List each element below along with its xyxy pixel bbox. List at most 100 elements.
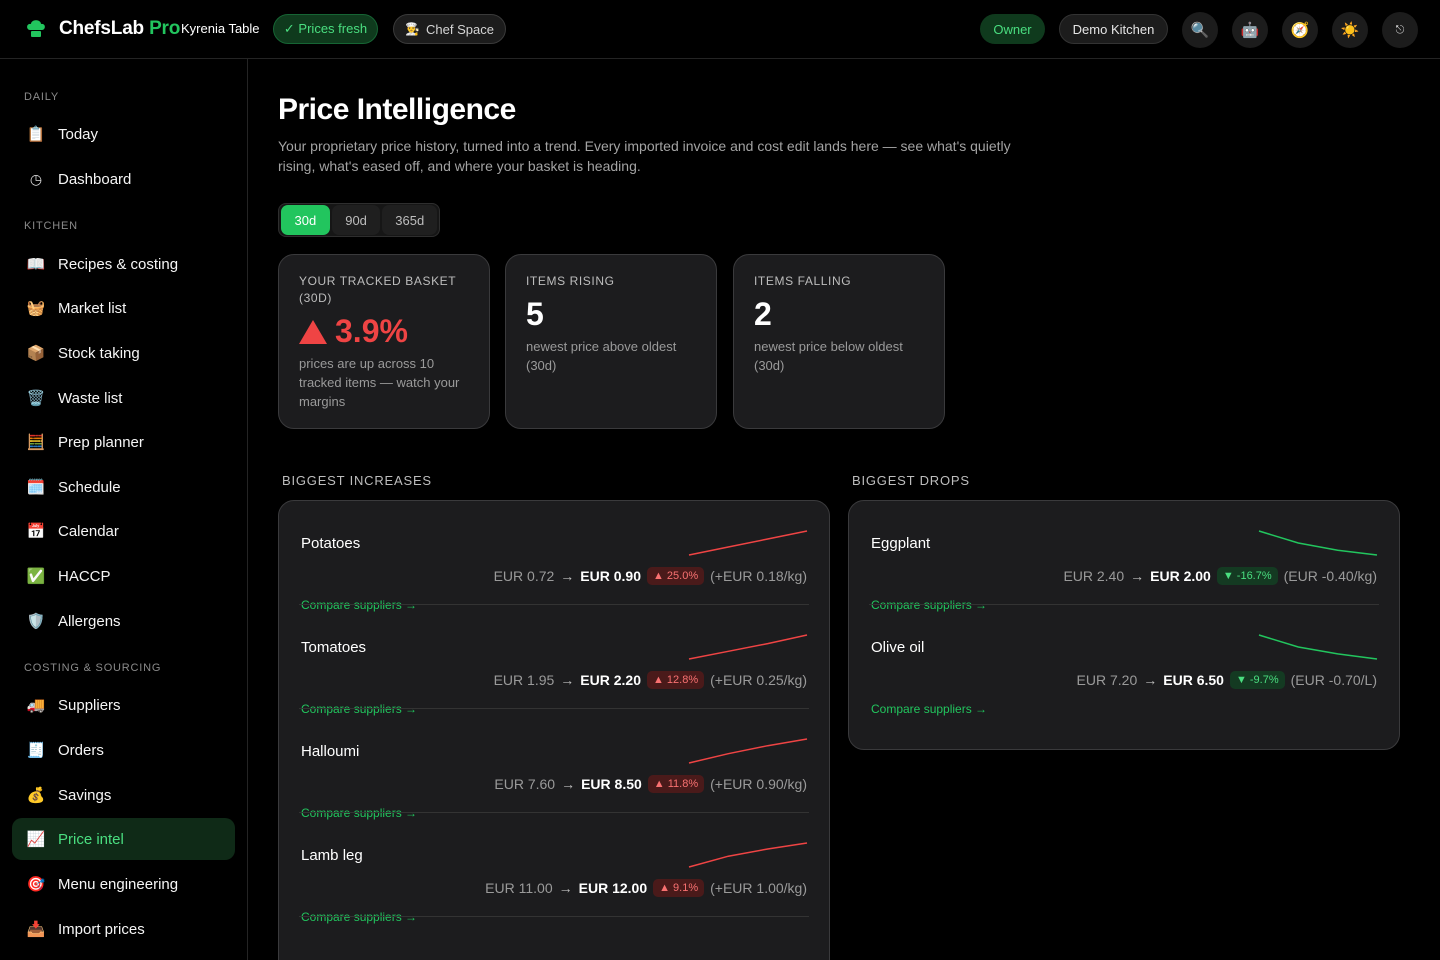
pct-badge: ▼ -16.7% [1216, 567, 1278, 585]
trend-up-icon [299, 319, 327, 344]
box-icon: 📦 [26, 345, 46, 362]
money-bag-icon: 💰 [26, 787, 46, 804]
chef-hat-icon[interactable] [25, 17, 47, 39]
sparkline [1258, 634, 1378, 660]
sidebar-item-calendar[interactable]: 📅 Calendar [12, 510, 235, 552]
book-icon: 📖 [26, 256, 46, 273]
sparkline [688, 738, 808, 764]
list-item: Olive oil EUR 7.20 → EUR 6.50 ▼ -9.7% (E… [869, 605, 1379, 716]
chef-space-button[interactable]: 👨‍🍳 Chef Space [393, 14, 506, 44]
logout-button[interactable]: ⎋ [1382, 12, 1418, 48]
sidebar-item-haccp[interactable]: ✅ HACCP [12, 555, 235, 597]
price-change: EUR 2.40 → EUR 2.00 ▼ -16.7% (EUR -0.40/… [1063, 567, 1377, 585]
assistant-button[interactable]: 🤖 [1232, 12, 1268, 48]
sidebar-item-import-prices[interactable]: 📥 Import prices [12, 908, 235, 950]
item-name: Potatoes [301, 535, 361, 552]
item-name: Olive oil [871, 639, 925, 656]
compare-suppliers-link[interactable]: Compare suppliers → [301, 910, 417, 924]
drops-title: BIGGEST DROPS [852, 473, 970, 488]
sparkline-path [1258, 634, 1378, 660]
list-item: Halloumi EUR 7.60 → EUR 8.50 ▲ 11.8% (+E… [299, 709, 809, 820]
sidebar-item-price-intel[interactable]: 📈 Price intel [12, 818, 235, 860]
item-name: Halloumi [301, 743, 360, 760]
abacus-icon: 🧮 [26, 434, 46, 451]
basket-icon: 🧺 [26, 300, 46, 317]
item-name: Tomatoes [301, 639, 367, 656]
logout-icon: ⎋ [1395, 23, 1405, 36]
list-item: Lamb leg EUR 11.00 → EUR 12.00 ▲ 9.1% (+… [299, 813, 809, 924]
brand-name[interactable]: ChefsLab Pro [59, 18, 180, 40]
sparkline-path [688, 738, 808, 764]
stat-value: 3.9% [299, 313, 469, 350]
sidebar-item-allergens[interactable]: 🛡️ Allergens [12, 600, 235, 642]
sidebar-item-menu-engineering[interactable]: 🎯 Menu engineering [12, 863, 235, 905]
receipt-icon: 🧾 [26, 742, 46, 759]
waste-bin-icon: 🗑️ [26, 390, 46, 407]
sparkline-path [688, 634, 808, 660]
arrow-right-icon: → [558, 880, 573, 896]
theme-toggle[interactable]: ☀️ [1332, 12, 1368, 48]
stat-label: YOUR TRACKED BASKET (30D) [299, 274, 456, 305]
sparkline-path [1258, 530, 1378, 556]
range-90d-button[interactable]: 90d [331, 205, 381, 235]
sidebar-item-market-list[interactable]: 🧺 Market list [12, 287, 235, 329]
list-item: Tomatoes EUR 1.95 → EUR 2.20 ▲ 12.8% (+E… [299, 605, 809, 716]
clock-icon: ◷ [29, 170, 43, 187]
pct-badge: ▼ -9.7% [1229, 671, 1285, 689]
sidebar-item-dashboard[interactable]: ◷ Dashboard [12, 158, 235, 200]
sidebar-item-stock-taking[interactable]: 📦 Stock taking [12, 332, 235, 374]
main-content: Price Intelligence Your proprietary pric… [248, 59, 1440, 960]
list-item: Potatoes EUR 0.72 → EUR 0.90 ▲ 25.0% (+E… [299, 501, 809, 612]
stat-subtext: prices are up across 10 tracked items — … [299, 356, 460, 409]
section-title-daily: DAILY [24, 91, 59, 103]
sidebar-item-savings[interactable]: 💰 Savings [12, 774, 235, 816]
check-box-icon: ✅ [26, 568, 46, 585]
sparkline [688, 842, 808, 868]
stat-label: ITEMS RISING [526, 274, 615, 288]
compare-suppliers-link[interactable]: Compare suppliers → [871, 702, 987, 716]
clipboard-icon: 📋 [26, 126, 46, 143]
pct-badge: ▲ 9.1% [653, 879, 705, 897]
range-365d-button[interactable]: 365d [382, 205, 437, 235]
range-selector: 30d 90d 365d [278, 203, 440, 237]
sidebar-item-suppliers[interactable]: 🚚 Suppliers [12, 684, 235, 726]
increases-title: BIGGEST INCREASES [282, 473, 432, 488]
stat-subtext: newest price above oldest (30d) [526, 339, 677, 373]
range-30d-button[interactable]: 30d [281, 205, 330, 235]
increases-panel: Potatoes EUR 0.72 → EUR 0.90 ▲ 25.0% (+E… [278, 500, 830, 960]
search-button[interactable]: 🔍 [1182, 12, 1218, 48]
sidebar-item-waste-list[interactable]: 🗑️ Waste list [12, 377, 235, 419]
sidebar-item-orders[interactable]: 🧾 Orders [12, 729, 235, 771]
item-name: Lamb leg [301, 847, 363, 864]
workspace-button[interactable]: Demo Kitchen [1059, 14, 1168, 44]
price-change: EUR 1.95 → EUR 2.20 ▲ 12.8% (+EUR 0.25/k… [493, 671, 807, 689]
pct-badge: ▲ 25.0% [646, 567, 705, 585]
sidebar-item-recipes[interactable]: 📖 Recipes & costing [12, 243, 235, 285]
sidebar-item-today[interactable]: 📋 Today [12, 113, 235, 155]
section-title-costing: COSTING & SOURCING [24, 662, 162, 674]
truck-icon: 🚚 [26, 697, 46, 714]
page-description: Your proprietary price history, turned i… [278, 138, 1011, 174]
shield-icon: 🛡️ [26, 613, 46, 630]
sidebar-item-prep-planner[interactable]: 🧮 Prep planner [12, 421, 235, 463]
arrow-right-icon: → [1143, 672, 1158, 688]
inbox-icon: 📥 [26, 921, 46, 938]
top-bar: ChefsLab Pro Kyrenia Table ✓ Prices fres… [0, 0, 1440, 59]
drops-panel: Eggplant EUR 2.40 → EUR 2.00 ▼ -16.7% (E… [848, 500, 1400, 750]
sparkline [1258, 530, 1378, 556]
arrow-right-icon: → [560, 672, 575, 688]
sparkline [688, 530, 808, 556]
stat-value: 2 [754, 296, 772, 332]
chart-icon: 📈 [26, 831, 46, 848]
section-title-kitchen: KITCHEN [24, 220, 78, 232]
price-change: EUR 7.20 → EUR 6.50 ▼ -9.7% (EUR -0.70/L… [1076, 671, 1377, 689]
role-badge[interactable]: Owner [980, 14, 1045, 44]
stat-label: ITEMS FALLING [754, 274, 852, 288]
prices-fresh-badge[interactable]: ✓ Prices fresh [273, 14, 378, 44]
arrow-right-icon: → [560, 568, 575, 584]
list-item: Eggplant EUR 2.40 → EUR 2.00 ▼ -16.7% (E… [869, 501, 1379, 612]
tour-button[interactable]: 🧭 [1282, 12, 1318, 48]
sidebar-item-schedule[interactable]: 🗓️ Schedule [12, 466, 235, 508]
rising-stat-card: ITEMS RISING 5 newest price above oldest… [505, 254, 717, 429]
pct-badge: ▲ 11.8% [647, 775, 705, 793]
